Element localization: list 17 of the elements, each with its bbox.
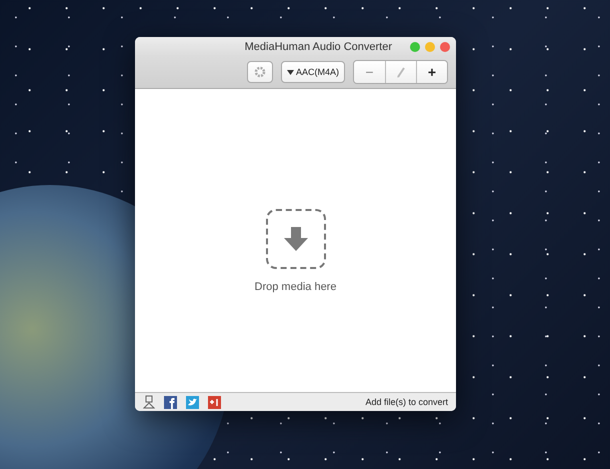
- status-text: Add file(s) to convert: [365, 397, 448, 407]
- gear-icon: [254, 66, 266, 78]
- format-dropdown[interactable]: AAC(M4A): [280, 61, 345, 83]
- bird-icon[interactable]: [186, 396, 199, 408]
- drop-target[interactable]: [266, 208, 326, 268]
- facebook-icon[interactable]: [164, 396, 177, 408]
- add-button[interactable]: +: [416, 61, 447, 83]
- caret-icon: [286, 70, 294, 74]
- window-title: MediaHuman Audio Converter: [244, 40, 392, 52]
- close-button[interactable]: [440, 42, 450, 52]
- download-arrow-icon: [282, 224, 310, 252]
- settings-button[interactable]: [246, 61, 273, 83]
- drop-hint: Drop media here: [254, 280, 336, 292]
- clear-button[interactable]: [385, 61, 416, 83]
- brush-icon: [396, 66, 406, 78]
- zoom-button[interactable]: [410, 42, 420, 52]
- plus-one-icon[interactable]: [208, 396, 221, 408]
